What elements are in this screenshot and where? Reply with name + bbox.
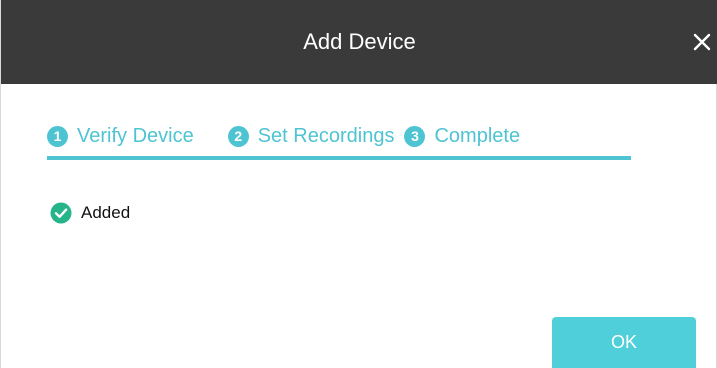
step-label: Set Recordings (257, 124, 395, 147)
step-verify-device[interactable]: 1 Verify Device (47, 125, 194, 148)
add-device-dialog: Add Device 1 Verify Device 2 Set Recordi… (0, 0, 717, 368)
step-number-badge: 1 (47, 125, 68, 147)
step-complete[interactable]: 3 Complete (404, 125, 520, 148)
step-label: Complete (434, 124, 521, 147)
ok-button[interactable]: OK (552, 317, 696, 368)
status-text: Added (81, 203, 131, 222)
step-progress-bar (47, 156, 631, 160)
dialog-titlebar: Add Device (1, 0, 717, 84)
step-number-badge: 3 (404, 125, 426, 147)
status-message: Added (50, 202, 130, 224)
step-number-badge: 2 (227, 125, 249, 147)
check-circle-icon (50, 202, 72, 224)
dialog-title: Add Device (303, 29, 416, 54)
step-label: Verify Device (77, 124, 194, 147)
step-indicator: 1 Verify Device 2 Set Recordings 3 Compl… (47, 121, 520, 151)
step-set-recordings[interactable]: 2 Set Recordings (227, 124, 395, 148)
close-icon[interactable] (692, 32, 712, 52)
